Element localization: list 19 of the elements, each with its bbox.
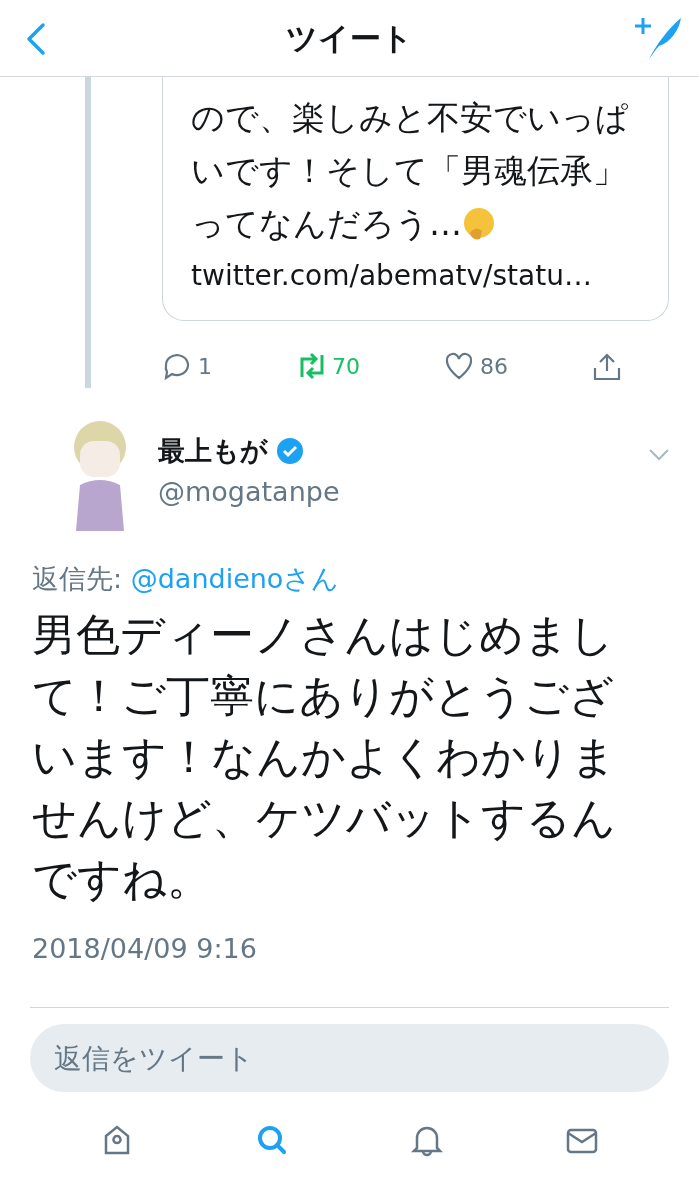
thinking-emoji-icon [462,207,496,241]
action-count: 86 [480,352,508,381]
user-name[interactable]: 最上もが [158,431,268,472]
reply-icon[interactable] [162,351,192,381]
share-icon[interactable] [592,351,622,381]
reply-to-text: 返信先: @dandienoさん [32,562,341,596]
tweet-text: 男色ディーノさんはじめまして！ご丁寧にありがとうございます！なんかよくわかりませんけど、ケツバットするんですね。 [32,607,617,906]
compose-icon[interactable] [635,16,683,60]
quoted-tweet-card[interactable]: ので、楽しみと不安でいっぱいです！そして「男魂伝承」ってなんだろう… twitter.com/abematv/statu… [162,77,669,321]
quoted-tweet-link[interactable]: twitter.com/abematv/statu… [191,250,642,302]
screen-title: ツイート [286,18,413,58]
back-icon[interactable] [26,22,46,56]
heart-icon[interactable] [444,351,474,381]
quoted-tweet-text: ので、楽しみと不安でいっぱいです！そして「男魂伝承」ってなんだろう… [191,97,630,245]
timestamp: 2018/04/09 9:16 [32,931,258,966]
action-count: 1 [198,352,212,381]
action-count: 70 [332,352,360,381]
user-handle[interactable]: @mogatanpe [158,471,649,512]
reply-field[interactable]: 返信をツイート [30,1024,669,1092]
